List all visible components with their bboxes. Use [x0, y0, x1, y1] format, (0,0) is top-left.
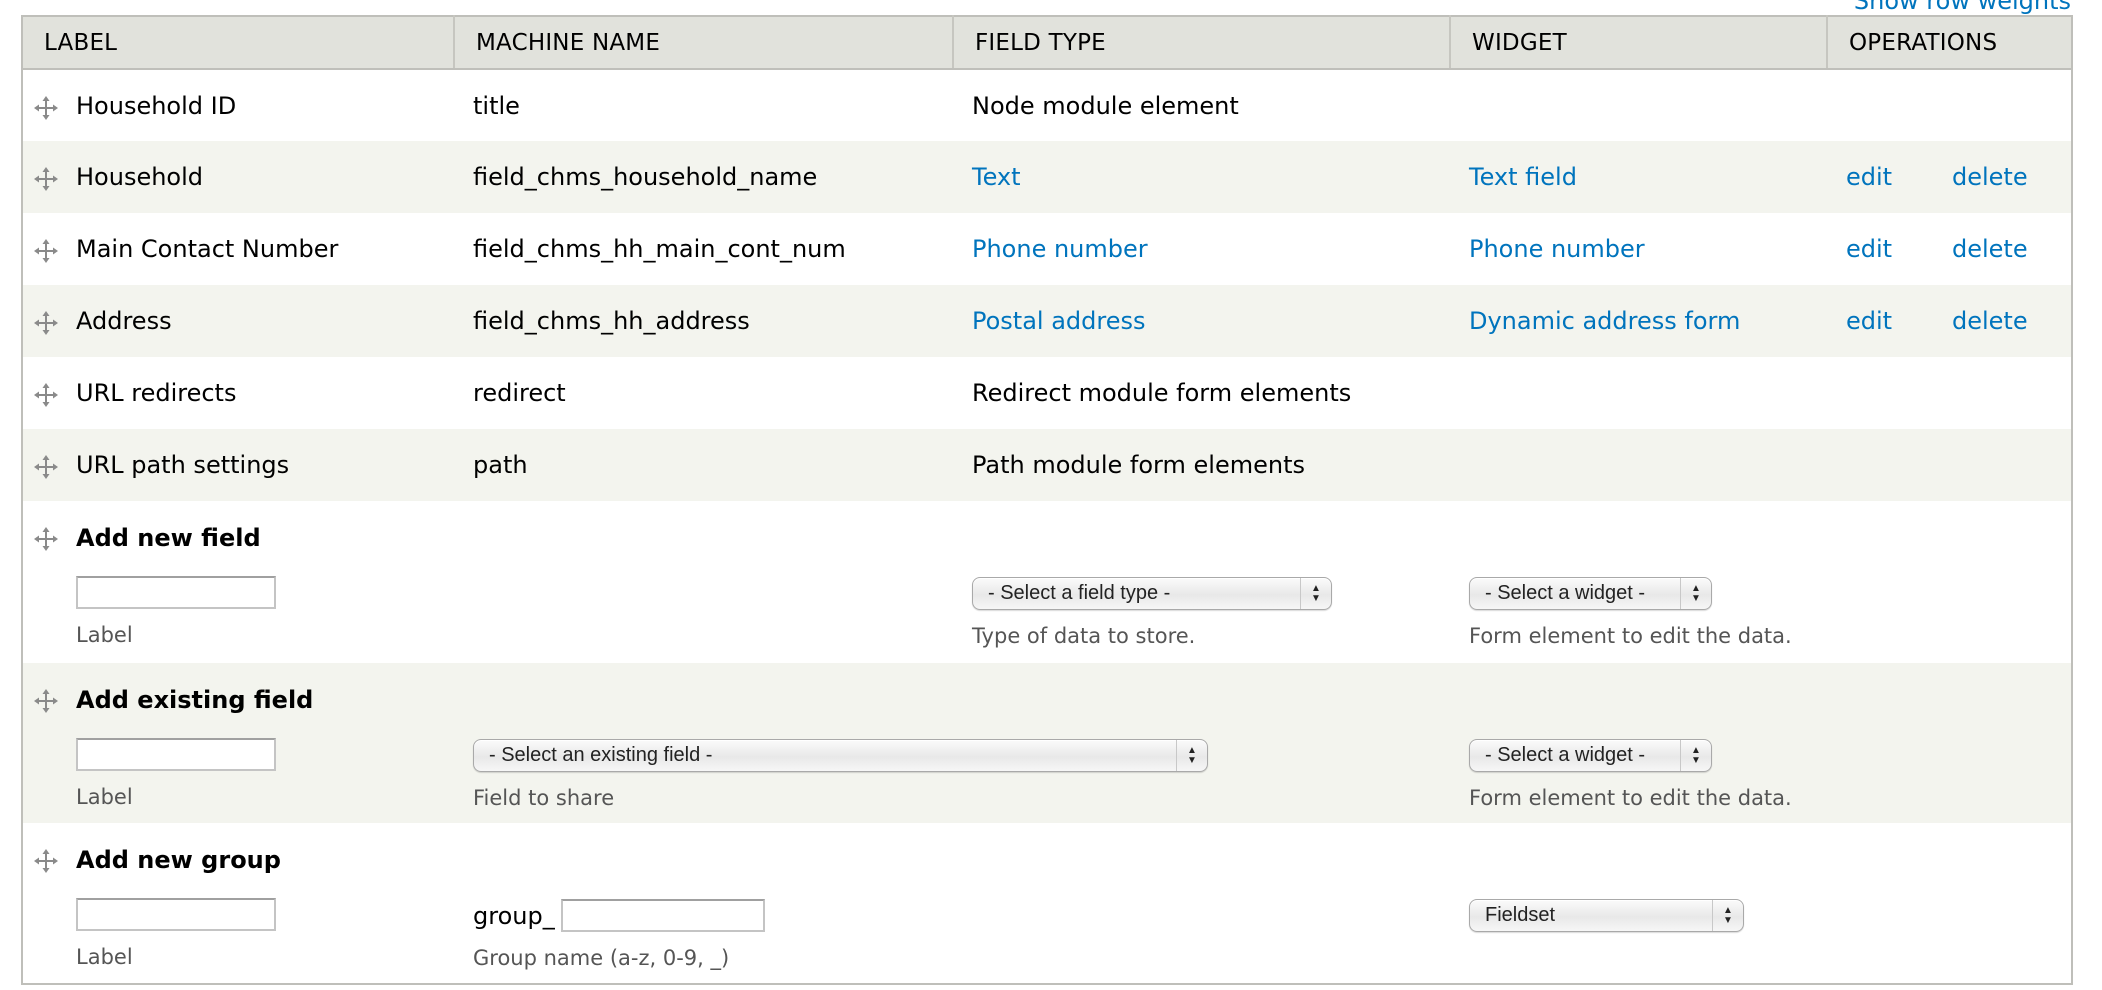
add-new-group-title: Add new group	[76, 846, 281, 874]
field-type-select-value: - Select a field type -	[988, 582, 1171, 604]
widget	[1450, 69, 1827, 141]
delete-link[interactable]: delete	[1952, 235, 2028, 263]
table-row: Address field_chms_hh_address Postal add…	[22, 285, 2072, 357]
drag-handle-icon[interactable]	[33, 166, 59, 192]
table-row: Main Contact Number field_chms_hh_main_c…	[22, 213, 2072, 285]
widget-link[interactable]: Phone number	[1469, 235, 1645, 263]
new-group-label-desc: Label	[76, 945, 133, 969]
add-existing-field-row: Add existing field Label - Select an exi…	[22, 663, 2072, 823]
group-name-input[interactable]	[560, 899, 765, 932]
table-row: URL path settings path Path module form …	[22, 429, 2072, 501]
fields-table: LABEL MACHINE NAME FIELD TYPE WIDGET OPE…	[21, 15, 2073, 985]
drag-handle-icon[interactable]	[33, 454, 59, 480]
group-format-select-value: Fieldset	[1485, 904, 1556, 926]
field-type-desc: Type of data to store.	[972, 624, 1196, 648]
machine-name: path	[473, 451, 528, 479]
new-field-widget-select[interactable]: - Select a widget - ▲ ▼	[1469, 577, 1712, 610]
select-arrows-icon: ▲ ▼	[1680, 578, 1711, 609]
drag-handle-icon[interactable]	[33, 688, 59, 714]
existing-field-desc: Field to share	[473, 786, 615, 810]
operations	[1827, 69, 2072, 141]
edit-link[interactable]: edit	[1846, 235, 1952, 263]
field-type: Path module form elements	[972, 451, 1305, 479]
field-label: Household	[76, 163, 204, 191]
widget	[1450, 429, 1827, 501]
drag-handle-icon[interactable]	[33, 848, 59, 874]
existing-field-label-input[interactable]	[76, 738, 276, 771]
field-type-link[interactable]: Postal address	[972, 307, 1146, 335]
new-field-label-desc: Label	[76, 623, 133, 647]
table-row: URL redirects redirect Redirect module f…	[22, 357, 2072, 429]
drag-handle-icon[interactable]	[33, 382, 59, 408]
add-existing-field-title: Add existing field	[76, 686, 314, 714]
drag-handle-icon[interactable]	[33, 310, 59, 336]
select-arrows-icon: ▲ ▼	[1176, 740, 1207, 771]
edit-link[interactable]: edit	[1846, 163, 1952, 191]
field-label: URL redirects	[76, 379, 237, 407]
widget-link[interactable]: Text field	[1469, 163, 1577, 191]
field-label: URL path settings	[76, 451, 290, 479]
table-row: Household field_chms_household_name Text…	[22, 141, 2072, 213]
widget	[1450, 357, 1827, 429]
delete-link[interactable]: delete	[1952, 163, 2028, 191]
delete-link[interactable]: delete	[1952, 307, 2028, 335]
show-row-weights-link[interactable]: Show row weights	[1854, 0, 2071, 15]
drag-handle-icon[interactable]	[33, 526, 59, 552]
field-type-link[interactable]: Text	[972, 163, 1021, 191]
new-group-label-input[interactable]	[76, 898, 276, 931]
column-header-label: LABEL	[22, 16, 455, 70]
field-label: Household ID	[76, 91, 237, 120]
add-new-field-row: Add new field Label - Select a field typ…	[22, 501, 2072, 663]
operations	[1827, 357, 2072, 429]
select-arrows-icon: ▲ ▼	[1712, 900, 1743, 931]
column-header-machine-name: MACHINE NAME	[454, 16, 954, 70]
existing-field-widget-desc: Form element to edit the data.	[1469, 786, 1792, 810]
field-label: Address	[76, 307, 172, 335]
column-header-field-type: FIELD TYPE	[953, 16, 1451, 70]
column-header-widget: WIDGET	[1450, 16, 1828, 70]
widget-link[interactable]: Dynamic address form	[1469, 307, 1740, 335]
field-type-select[interactable]: - Select a field type - ▲ ▼	[972, 577, 1332, 610]
edit-link[interactable]: edit	[1846, 307, 1952, 335]
drag-handle-icon[interactable]	[33, 238, 59, 264]
select-arrows-icon: ▲ ▼	[1300, 578, 1331, 609]
existing-field-widget-select[interactable]: - Select a widget - ▲ ▼	[1469, 739, 1712, 772]
column-header-operations: OPERATIONS	[1827, 16, 2072, 70]
group-name-desc: Group name (a-z, 0-9, _)	[473, 946, 730, 970]
machine-name: field_chms_household_name	[473, 163, 818, 191]
widget-select-value: - Select a widget -	[1485, 582, 1646, 604]
existing-field-label-desc: Label	[76, 785, 133, 809]
table-header-row: LABEL MACHINE NAME FIELD TYPE WIDGET OPE…	[22, 16, 2072, 70]
add-new-group-row: Add new group Label group_ Group name (a…	[22, 823, 2072, 984]
existing-field-select[interactable]: - Select an existing field - ▲ ▼	[473, 739, 1208, 772]
machine-name: field_chms_hh_address	[473, 307, 750, 335]
machine-name: field_chms_hh_main_cont_num	[473, 235, 846, 263]
group-name-prefix: group_	[473, 901, 555, 930]
select-arrows-icon: ▲ ▼	[1680, 740, 1711, 771]
drag-handle-icon[interactable]	[33, 95, 59, 121]
new-field-label-input[interactable]	[76, 576, 276, 609]
field-type: Redirect module form elements	[972, 379, 1352, 407]
operations	[1827, 429, 2072, 501]
existing-field-select-value: - Select an existing field -	[489, 744, 713, 766]
field-type-link[interactable]: Phone number	[972, 235, 1148, 263]
field-label: Main Contact Number	[76, 235, 339, 263]
add-new-field-title: Add new field	[76, 524, 261, 552]
widget-select-value: - Select a widget -	[1485, 744, 1646, 766]
new-field-widget-desc: Form element to edit the data.	[1469, 624, 1792, 648]
table-row: Household ID title Node module element	[22, 69, 2072, 141]
group-format-select[interactable]: Fieldset ▲ ▼	[1469, 899, 1744, 932]
machine-name: redirect	[473, 379, 566, 407]
field-type: Node module element	[972, 91, 1239, 120]
machine-name: title	[473, 91, 520, 120]
